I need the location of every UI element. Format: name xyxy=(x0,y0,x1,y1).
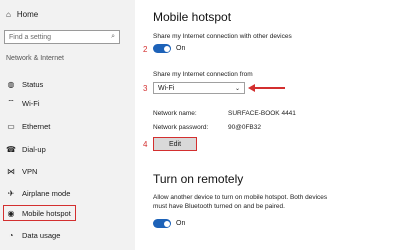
network-password-label: Network password: xyxy=(153,124,209,131)
home-link[interactable]: ⌂ Home xyxy=(6,10,38,19)
edit-button[interactable]: Edit xyxy=(153,137,197,151)
network-name-value: SURFACE-BOOK 4441 xyxy=(228,110,296,117)
airplane-icon: ✈ xyxy=(7,188,15,198)
wifi-icon: ⌔ xyxy=(7,98,15,107)
sidebar-item-status[interactable]: ◍ Status xyxy=(6,78,44,90)
globe-icon: ◍ xyxy=(7,79,15,89)
step-3-marker: 3 xyxy=(143,84,148,93)
network-password-value: 90@0FB32 xyxy=(228,124,261,131)
sidebar-item-label: Wi-Fi xyxy=(22,98,40,108)
search-input[interactable]: Find a setting ⌕ xyxy=(4,30,120,44)
network-name-label: Network name: xyxy=(153,110,197,117)
toggle-switch[interactable] xyxy=(153,219,171,228)
sidebar: ⌂ Home Find a setting ⌕ Network & Intern… xyxy=(0,0,135,250)
ethernet-icon: ▭ xyxy=(7,121,15,131)
sidebar-item-dial-up[interactable]: ☎ Dial-up xyxy=(6,143,46,155)
edit-label: Edit xyxy=(168,140,182,148)
sidebar-item-airplane-mode[interactable]: ✈ Airplane mode xyxy=(6,187,71,199)
toggle-state-label: On xyxy=(176,220,186,227)
turn-on-remotely-heading: Turn on remotely xyxy=(153,172,244,186)
annotation-arrow-head xyxy=(248,84,255,92)
share-from-label: Share my Internet connection from xyxy=(153,71,253,78)
vpn-icon: ⋈ xyxy=(7,166,15,176)
sidebar-item-wifi[interactable]: ⌔ Wi-Fi xyxy=(6,97,40,109)
share-from-value: Wi-Fi xyxy=(158,84,175,92)
sidebar-item-mobile-hotspot[interactable]: ◉ Mobile hotspot xyxy=(3,205,76,221)
remote-desc-line2: must have Bluetooth turned on and be pai… xyxy=(153,203,285,210)
search-placeholder: Find a setting xyxy=(9,33,52,41)
phone-icon: ☎ xyxy=(6,144,16,154)
share-toggle[interactable]: On xyxy=(153,44,185,53)
hotspot-icon: ◉ xyxy=(7,208,15,218)
home-label: Home xyxy=(16,10,39,19)
page-title: Mobile hotspot xyxy=(153,10,232,24)
annotation-arrow-line xyxy=(253,87,285,89)
step-4-marker: 4 xyxy=(143,140,148,149)
sidebar-item-label: VPN xyxy=(22,166,38,176)
step-2-marker: 2 xyxy=(143,45,148,54)
data-usage-icon: ◔ xyxy=(8,230,14,240)
sidebar-item-label: Dial-up xyxy=(22,144,46,154)
chevron-down-icon: ⌄ xyxy=(234,85,240,92)
share-from-select[interactable]: Wi-Fi ⌄ xyxy=(153,82,245,94)
remote-desc-line1: Allow another device to turn on mobile h… xyxy=(153,194,328,201)
sidebar-item-label: Airplane mode xyxy=(22,188,71,198)
home-icon: ⌂ xyxy=(6,10,11,19)
section-label: Network & Internet xyxy=(6,55,64,62)
search-icon: ⌕ xyxy=(111,33,115,40)
sidebar-item-data-usage[interactable]: ◔ Data usage xyxy=(6,229,61,241)
sidebar-item-label: Status xyxy=(22,79,44,89)
sidebar-item-label: Ethernet xyxy=(22,121,51,131)
sidebar-item-label: Data usage xyxy=(22,230,61,240)
sidebar-item-ethernet[interactable]: ▭ Ethernet xyxy=(6,120,50,132)
remote-toggle[interactable]: On xyxy=(153,219,185,228)
sidebar-item-vpn[interactable]: ⋈ VPN xyxy=(6,165,37,177)
toggle-state-label: On xyxy=(176,45,186,52)
toggle-switch[interactable] xyxy=(153,44,171,53)
share-label: Share my Internet connection with other … xyxy=(153,33,292,40)
sidebar-item-label: Mobile hotspot xyxy=(22,208,71,218)
